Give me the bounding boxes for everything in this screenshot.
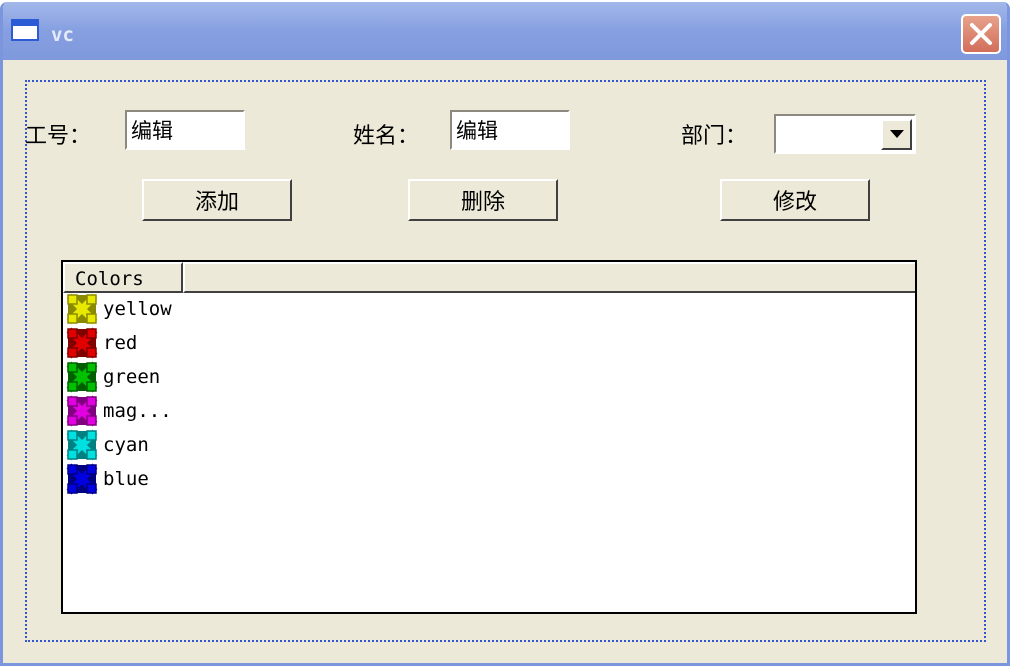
- add-button[interactable]: 添加: [142, 179, 292, 221]
- color-swatch-icon: [66, 327, 98, 359]
- app-window: vc 工号： 姓名： 部门： 添加 删除 修改 Colors yellow red…: [0, 2, 1010, 666]
- dept-combobox[interactable]: [774, 114, 916, 154]
- id-label: 工号：: [25, 124, 92, 149]
- column-header-blank[interactable]: [183, 262, 915, 293]
- list-item[interactable]: green: [65, 361, 160, 393]
- window-icon: [11, 19, 39, 41]
- list-item[interactable]: red: [65, 327, 137, 359]
- column-header-colors[interactable]: Colors: [63, 262, 183, 293]
- color-swatch-icon: [66, 429, 98, 461]
- name-label: 姓名：: [353, 124, 420, 149]
- list-item[interactable]: yellow: [65, 293, 172, 325]
- list-item-label: red: [103, 332, 138, 354]
- color-swatch-icon: [66, 361, 98, 393]
- window-title: vc: [51, 24, 74, 46]
- color-swatch-icon: [66, 395, 98, 427]
- id-input[interactable]: [125, 110, 245, 150]
- name-input[interactable]: [450, 110, 570, 150]
- chevron-down-icon: [890, 130, 904, 138]
- delete-button[interactable]: 删除: [408, 179, 558, 221]
- list-item[interactable]: cyan: [65, 429, 149, 461]
- title-bar[interactable]: vc: [3, 2, 1007, 60]
- close-button[interactable]: [961, 14, 1001, 54]
- listview-header: Colors: [63, 262, 915, 293]
- modify-button[interactable]: 修改: [720, 179, 870, 221]
- color-swatch-icon: [66, 293, 98, 325]
- color-swatch-icon: [66, 463, 98, 495]
- list-item-label: blue: [103, 468, 149, 490]
- list-item-label: yellow: [103, 298, 172, 320]
- list-item-label: mag...: [103, 400, 172, 422]
- close-icon: [970, 23, 992, 45]
- list-item-label: cyan: [103, 434, 149, 456]
- list-item[interactable]: blue: [65, 463, 149, 495]
- list-item-label: green: [103, 366, 161, 388]
- colors-listview[interactable]: Colors yellow red green mag... cyan blue: [61, 260, 917, 614]
- dept-dropdown-button[interactable]: [881, 119, 912, 150]
- dept-label: 部门：: [681, 124, 748, 149]
- list-item[interactable]: mag...: [65, 395, 172, 427]
